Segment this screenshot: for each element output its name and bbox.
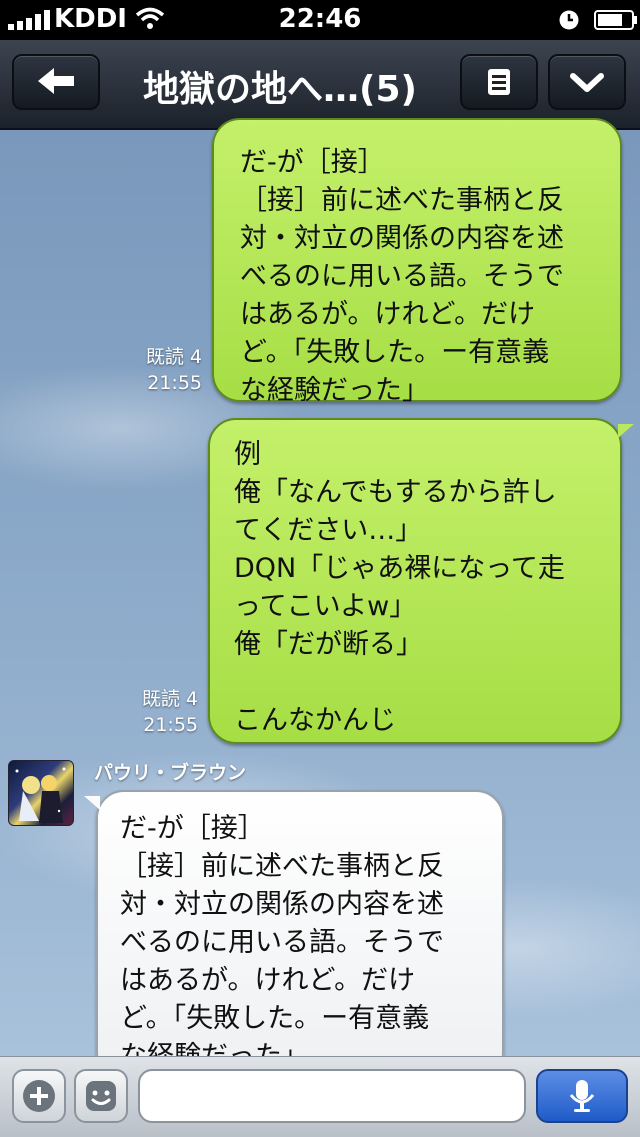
message-meta: 既読 4 21:55 [112,686,198,738]
message-bubble-sent[interactable]: 例 俺「なんでもするから許し てください…」 DQN「じゃあ裸になって走 ってこ… [208,418,622,744]
message-line [234,664,620,702]
message-line: 例 [234,439,261,470]
dropdown-button[interactable] [548,54,626,110]
status-bar: KDDI 22:46 [0,0,640,40]
chevron-down-icon [570,73,604,92]
message-line: べるのに用いる語。そうで [120,927,444,958]
avatar-image [15,767,66,823]
message-bubble-sent[interactable]: だ-が［接］ ［接］前に述べた事柄と反 対・対立の関係の内容を述 べるのに用いる… [212,118,622,406]
battery-icon [594,10,637,30]
message-line: 対・対立の関係の内容を述 [120,889,444,920]
chat-title: 地獄の地へ…(5) [143,69,417,110]
message-line: ［接］前に述べた事柄と反 [240,185,564,216]
message-line: 対・対立の関係の内容を述 [240,223,564,254]
message-line: DQN「じゃあ裸になって走 [234,553,565,584]
emoji-icon [86,1081,116,1111]
message-line: ってこいよw」 [234,591,417,622]
message-time: 21:55 [147,372,202,394]
message-line: はあるが。けれど。だけ [120,965,416,996]
sender-name: パウリ・ブラウン [94,762,247,784]
message-line: てください…」 [234,515,423,546]
message-line: 俺「なんでもするから許し [234,477,557,508]
message-line: こんなかんじ [234,705,396,736]
message-line: だ-が［接］ [240,147,385,178]
list-icon [488,69,510,95]
plus-icon [23,1080,55,1112]
message-line: はあるが。けれど。だけ [240,299,536,330]
message-input[interactable] [138,1069,526,1123]
input-bar [0,1056,640,1137]
message-line: だ-が［接］ [120,813,265,844]
menu-button[interactable] [460,54,538,110]
bubble-tail [618,424,634,438]
read-receipt: 既読 4 [141,688,198,710]
message-line: 俺「だが断る」 [234,629,423,660]
emoji-button[interactable] [74,1069,128,1123]
voice-button[interactable] [536,1069,628,1123]
message-bubble-received[interactable]: だ-が［接］ ［接］前に述べた事柄と反 対・対立の関係の内容を述 べるのに用いる… [96,790,504,1080]
microphone-icon [569,1080,595,1112]
status-time: 22:46 [278,4,362,34]
bubble-tail [84,796,100,810]
add-button[interactable] [12,1069,66,1123]
message-line: べるのに用いる語。そうで [240,261,564,292]
read-receipt: 既読 4 [145,346,202,368]
back-arrow-icon [38,68,74,94]
message-meta: 既読 4 21:55 [120,344,202,396]
message-line: ど。「失敗した。ー有意義 [120,1003,430,1034]
chat-header: 地獄の地へ…(5) [0,40,640,130]
clock-icon [559,10,579,30]
message-line: ど。「失敗した。ー有意義 [240,337,550,368]
message-line: ［接］前に述べた事柄と反 [120,851,444,882]
message-line: な経験だった」 [240,375,429,406]
back-button[interactable] [12,54,100,110]
avatar[interactable] [8,760,74,826]
message-time: 21:55 [143,714,198,736]
